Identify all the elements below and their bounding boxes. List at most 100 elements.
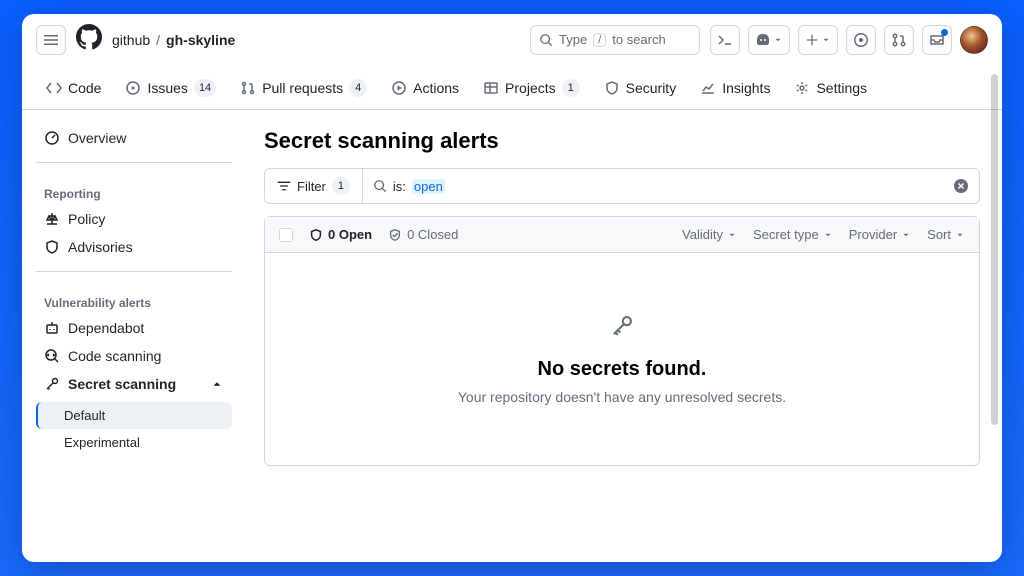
tab-count: 4 bbox=[349, 79, 367, 97]
page-title: Secret scanning alerts bbox=[264, 128, 980, 154]
tab-label: Projects bbox=[505, 80, 556, 96]
sidebar-item-label: Secret scanning bbox=[68, 376, 176, 392]
search-placeholder-after: to search bbox=[612, 32, 665, 47]
dropdown-provider[interactable]: Provider bbox=[849, 227, 911, 242]
tab-security[interactable]: Security bbox=[594, 72, 687, 104]
tab-count: 14 bbox=[194, 79, 216, 97]
alerts-panel: 0 Open 0 Closed Validity Secret type bbox=[264, 216, 980, 466]
issues-button[interactable] bbox=[846, 25, 876, 55]
play-icon bbox=[391, 80, 407, 96]
sidebar-item-label: Dependabot bbox=[68, 320, 144, 336]
notifications-button[interactable] bbox=[922, 25, 952, 55]
query-value: open bbox=[412, 179, 445, 194]
issue-icon bbox=[853, 32, 869, 48]
repo-tabs: Code Issues 14 Pull requests 4 Actions P… bbox=[22, 66, 1002, 110]
tab-count: 1 bbox=[562, 79, 580, 97]
issue-icon bbox=[125, 80, 141, 96]
inbox-icon bbox=[929, 32, 945, 48]
shield-icon bbox=[44, 239, 60, 255]
tab-label: Pull requests bbox=[262, 80, 343, 96]
sidebar-subitem-default[interactable]: Default bbox=[36, 402, 232, 429]
breadcrumb: github / gh-skyline bbox=[112, 32, 235, 48]
chevron-down-icon bbox=[727, 230, 737, 240]
sidebar-item-label: Advisories bbox=[68, 239, 133, 255]
closed-label: 0 Closed bbox=[407, 227, 458, 242]
breadcrumb-owner[interactable]: github bbox=[112, 32, 150, 48]
key-icon bbox=[44, 376, 60, 392]
sidebar-subitem-experimental[interactable]: Experimental bbox=[36, 429, 232, 456]
scrollbar[interactable] bbox=[991, 74, 998, 542]
chevron-down-icon bbox=[823, 230, 833, 240]
github-logo-icon[interactable] bbox=[76, 24, 102, 55]
tab-label: Code bbox=[68, 80, 101, 96]
tab-label: Insights bbox=[722, 80, 770, 96]
hamburger-menu-button[interactable] bbox=[36, 25, 66, 55]
dropdown-sort[interactable]: Sort bbox=[927, 227, 965, 242]
check-shield-icon bbox=[388, 228, 402, 242]
clear-filter-button[interactable] bbox=[943, 169, 979, 203]
panel-header: 0 Open 0 Closed Validity Secret type bbox=[265, 217, 979, 253]
graph-icon bbox=[700, 80, 716, 96]
filter-label: Filter bbox=[297, 179, 326, 194]
search-icon bbox=[539, 33, 553, 47]
close-circle-icon bbox=[953, 178, 969, 194]
search-placeholder-before: Type bbox=[559, 32, 587, 47]
tab-actions[interactable]: Actions bbox=[381, 72, 469, 104]
tab-label: Actions bbox=[413, 80, 459, 96]
sidebar-item-dependabot[interactable]: Dependabot bbox=[36, 314, 232, 342]
breadcrumb-repo[interactable]: gh-skyline bbox=[166, 32, 235, 48]
sidebar-item-overview[interactable]: Overview bbox=[36, 124, 232, 152]
dependabot-icon bbox=[44, 320, 60, 336]
select-all-checkbox[interactable] bbox=[279, 228, 293, 242]
sidebar-heading-reporting: Reporting bbox=[36, 173, 232, 205]
dropdown-label: Secret type bbox=[753, 227, 819, 242]
scroll-thumb[interactable] bbox=[991, 74, 998, 425]
tab-settings[interactable]: Settings bbox=[784, 72, 877, 104]
sidebar-item-policy[interactable]: Policy bbox=[36, 205, 232, 233]
chevron-down-icon bbox=[821, 35, 831, 45]
chevron-down-icon bbox=[901, 230, 911, 240]
query-prefix: is: bbox=[393, 179, 406, 194]
key-icon bbox=[609, 313, 635, 344]
pull-request-icon bbox=[891, 32, 907, 48]
filter-bar: Filter 1 is: open bbox=[264, 168, 980, 204]
tab-projects[interactable]: Projects 1 bbox=[473, 71, 590, 105]
code-icon bbox=[46, 80, 62, 96]
terminal-icon bbox=[717, 32, 733, 48]
topbar-actions bbox=[710, 25, 988, 55]
tab-pull-requests[interactable]: Pull requests 4 bbox=[230, 71, 377, 105]
dropdown-label: Sort bbox=[927, 227, 951, 242]
dropdown-validity[interactable]: Validity bbox=[682, 227, 737, 242]
codescan-icon bbox=[44, 348, 60, 364]
sidebar-item-advisories[interactable]: Advisories bbox=[36, 233, 232, 261]
copilot-button[interactable] bbox=[748, 25, 790, 55]
pull-requests-button[interactable] bbox=[884, 25, 914, 55]
sidebar-item-secret-scanning[interactable]: Secret scanning bbox=[36, 370, 232, 398]
command-palette-button[interactable] bbox=[710, 25, 740, 55]
sidebar-item-code-scanning[interactable]: Code scanning bbox=[36, 342, 232, 370]
tab-issues[interactable]: Issues 14 bbox=[115, 71, 226, 105]
filter-count: 1 bbox=[332, 177, 350, 195]
empty-title: No secrets found. bbox=[285, 358, 959, 381]
breadcrumb-separator: / bbox=[156, 32, 160, 48]
empty-state: No secrets found. Your repository doesn'… bbox=[265, 253, 979, 465]
tab-code[interactable]: Code bbox=[36, 72, 111, 104]
create-new-button[interactable] bbox=[798, 25, 838, 55]
open-filter[interactable]: 0 Open bbox=[309, 227, 372, 242]
law-icon bbox=[44, 211, 60, 227]
tab-label: Security bbox=[626, 80, 677, 96]
dropdown-secret-type[interactable]: Secret type bbox=[753, 227, 833, 242]
filter-icon bbox=[277, 179, 291, 193]
global-search[interactable]: Type / to search bbox=[530, 25, 700, 55]
tab-insights[interactable]: Insights bbox=[690, 72, 780, 104]
top-bar: github / gh-skyline Type / to search bbox=[22, 14, 1002, 66]
chevron-up-icon bbox=[210, 377, 224, 391]
sidebar-item-label: Policy bbox=[68, 211, 105, 227]
meter-icon bbox=[44, 130, 60, 146]
filter-input[interactable]: is: open bbox=[363, 169, 943, 203]
main-content: Secret scanning alerts Filter 1 is: open bbox=[242, 110, 1002, 562]
chevron-down-icon bbox=[955, 230, 965, 240]
avatar[interactable] bbox=[960, 26, 988, 54]
filter-button[interactable]: Filter 1 bbox=[265, 169, 363, 203]
closed-filter[interactable]: 0 Closed bbox=[388, 227, 458, 242]
